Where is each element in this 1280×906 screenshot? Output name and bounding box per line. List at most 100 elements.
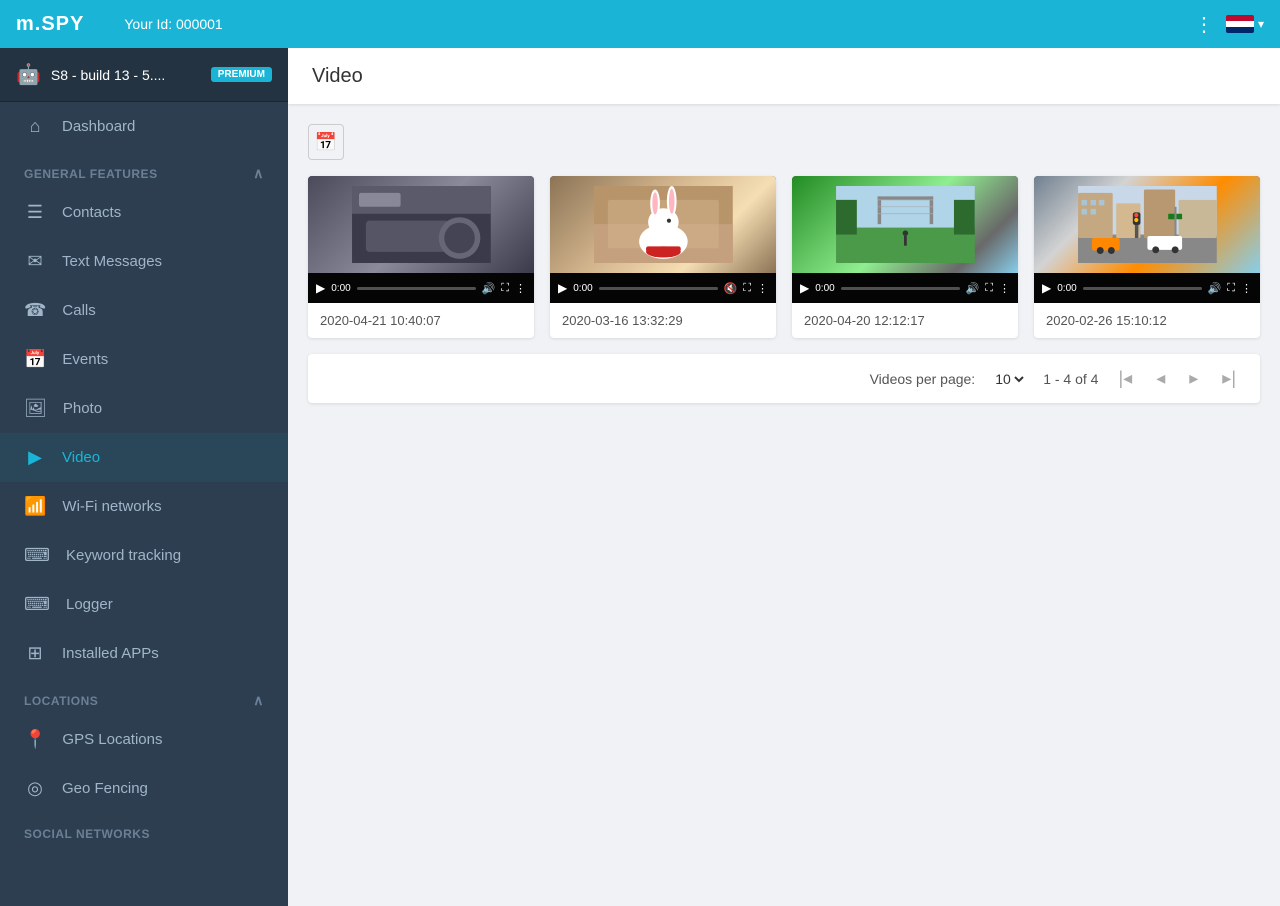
section-locations: LOCATIONS ∧ — [0, 678, 288, 715]
more-icon-1[interactable]: ⋮ — [515, 282, 526, 295]
volume-icon-2[interactable]: 🔇 — [724, 282, 738, 295]
per-page-select[interactable]: 10 25 50 — [991, 370, 1027, 388]
video-controls-3: ▶ 0:00 🔊 ⛶ ⋮ — [792, 273, 1018, 303]
sidebar-label-logger: Logger — [66, 596, 113, 613]
contacts-icon: ☰ — [24, 202, 46, 223]
sidebar-item-contacts[interactable]: ☰ Contacts — [0, 188, 288, 237]
calls-icon: ☎ — [24, 300, 46, 321]
logger-icon: ⌨ — [24, 594, 50, 615]
sidebar-item-photo[interactable]: 🖼 Photo — [0, 384, 288, 433]
pagination-bar: Videos per page: 10 25 50 1 - 4 of 4 |◂ … — [308, 354, 1260, 403]
volume-icon-4[interactable]: 🔊 — [1208, 282, 1222, 295]
next-page-button[interactable]: ▸ — [1185, 366, 1202, 391]
device-name: S8 - build 13 - 5.... — [51, 67, 201, 83]
sidebar-label-geofencing: Geo Fencing — [62, 780, 148, 797]
progress-bar-2[interactable] — [599, 287, 718, 290]
time-display-4: 0:00 — [1057, 283, 1076, 294]
section-social-networks: SOCIAL NETWORKS — [0, 813, 288, 847]
page-title: Video — [312, 65, 1256, 88]
header-menu-button[interactable]: ⋮ — [1194, 12, 1214, 37]
volume-icon-1[interactable]: 🔊 — [482, 282, 496, 295]
language-chevron-icon: ▾ — [1258, 17, 1264, 31]
video-player-4[interactable]: ▶ 0:00 🔊 ⛶ ⋮ — [1034, 176, 1260, 303]
video-controls-1: ▶ 0:00 🔊 ⛶ ⋮ — [308, 273, 534, 303]
video-timestamp-2: 2020-03-16 13:32:29 — [550, 303, 776, 338]
geofencing-icon: ◎ — [24, 778, 46, 799]
apps-icon: ⊞ — [24, 643, 46, 664]
video-player-1[interactable]: ▶ 0:00 🔊 ⛶ ⋮ — [308, 176, 534, 303]
sidebar-item-wifi[interactable]: 📶 Wi-Fi networks — [0, 482, 288, 531]
fullscreen-icon-1[interactable]: ⛶ — [501, 282, 509, 295]
main-content: Video 📅 — [288, 48, 1280, 906]
play-button-3[interactable]: ▶ — [800, 281, 809, 295]
calendar-icon: 📅 — [315, 132, 337, 153]
time-display-3: 0:00 — [815, 283, 834, 294]
first-page-button[interactable]: |◂ — [1114, 366, 1136, 391]
keyword-icon: ⌨ — [24, 545, 50, 566]
sidebar-label-photo: Photo — [63, 400, 102, 417]
general-features-label: GENERAL FEATURES — [24, 167, 158, 181]
sidebar-item-apps[interactable]: ⊞ Installed APPs — [0, 629, 288, 678]
wifi-icon: 📶 — [24, 496, 46, 517]
video-player-3[interactable]: ▶ 0:00 🔊 ⛶ ⋮ — [792, 176, 1018, 303]
general-features-chevron-icon[interactable]: ∧ — [253, 165, 264, 182]
more-icon-2[interactable]: ⋮ — [757, 282, 768, 295]
sidebar-item-gps[interactable]: 📍 GPS Locations — [0, 715, 288, 764]
video-card-4: ▶ 0:00 🔊 ⛶ ⋮ 2020-02-26 15:10:12 — [1034, 176, 1260, 338]
per-page-label: Videos per page: — [870, 371, 976, 387]
sidebar-item-events[interactable]: 📅 Events — [0, 335, 288, 384]
page-range-info: 1 - 4 of 4 — [1043, 371, 1098, 387]
sidebar-label-text-messages: Text Messages — [62, 253, 162, 270]
sidebar-item-dashboard[interactable]: ⌂ Dashboard — [0, 102, 288, 151]
premium-badge: PREMIUM — [211, 67, 272, 82]
section-general-features: GENERAL FEATURES ∧ — [0, 151, 288, 188]
sidebar-item-calls[interactable]: ☎ Calls — [0, 286, 288, 335]
play-button-1[interactable]: ▶ — [316, 281, 325, 295]
progress-bar-4[interactable] — [1083, 287, 1202, 290]
sidebar-item-video[interactable]: ▶ Video — [0, 433, 288, 482]
sidebar-item-logger[interactable]: ⌨ Logger — [0, 580, 288, 629]
play-button-4[interactable]: ▶ — [1042, 281, 1051, 295]
video-controls-4: ▶ 0:00 🔊 ⛶ ⋮ — [1034, 273, 1260, 303]
fullscreen-icon-2[interactable]: ⛶ — [743, 282, 751, 295]
sidebar-label-gps: GPS Locations — [62, 731, 162, 748]
sidebar-label-wifi: Wi-Fi networks — [62, 498, 161, 515]
video-thumbnail-2 — [550, 176, 776, 273]
volume-icon-3[interactable]: 🔊 — [966, 282, 980, 295]
video-player-2[interactable]: ▶ 0:00 🔇 ⛶ ⋮ — [550, 176, 776, 303]
locations-label: LOCATIONS — [24, 694, 98, 708]
video-card-1: ▶ 0:00 🔊 ⛶ ⋮ 2020-04-21 10:40:07 — [308, 176, 534, 338]
sidebar-label-calls: Calls — [62, 302, 95, 319]
fullscreen-icon-4[interactable]: ⛶ — [1227, 282, 1235, 295]
top-header: m.SPY Your Id: 000001 ⋮ ▾ — [0, 0, 1280, 48]
sidebar-label-contacts: Contacts — [62, 204, 121, 221]
language-selector[interactable]: ▾ — [1226, 15, 1264, 33]
home-icon: ⌂ — [24, 116, 46, 137]
gps-icon: 📍 — [24, 729, 46, 750]
sidebar-item-keyword[interactable]: ⌨ Keyword tracking — [0, 531, 288, 580]
video-grid: ▶ 0:00 🔊 ⛶ ⋮ 2020-04-21 10:40:07 — [308, 176, 1260, 338]
sidebar-item-text-messages[interactable]: ✉ Text Messages — [0, 237, 288, 286]
user-id-display: Your Id: 000001 — [124, 16, 1194, 32]
video-thumbnail-1 — [308, 176, 534, 273]
date-filter-button[interactable]: 📅 — [308, 124, 344, 160]
thumbnail-content-1 — [308, 176, 534, 273]
more-icon-3[interactable]: ⋮ — [999, 282, 1010, 295]
thumbnail-content-2 — [550, 176, 776, 273]
video-card-3: ▶ 0:00 🔊 ⛶ ⋮ 2020-04-20 12:12:17 — [792, 176, 1018, 338]
last-page-button[interactable]: ▸| — [1218, 366, 1240, 391]
photo-icon: 🖼 — [24, 398, 47, 419]
progress-bar-3[interactable] — [841, 287, 960, 290]
content-body: 📅 — [288, 104, 1280, 906]
locations-chevron-icon[interactable]: ∧ — [253, 692, 264, 709]
prev-page-button[interactable]: ◂ — [1152, 366, 1169, 391]
sidebar-label-video: Video — [62, 449, 100, 466]
progress-bar-1[interactable] — [357, 287, 476, 290]
sidebar-item-geofencing[interactable]: ◎ Geo Fencing — [0, 764, 288, 813]
play-button-2[interactable]: ▶ — [558, 281, 567, 295]
device-bar[interactable]: 🤖 S8 - build 13 - 5.... PREMIUM — [0, 48, 288, 102]
fullscreen-icon-3[interactable]: ⛶ — [985, 282, 993, 295]
sidebar-label-dashboard: Dashboard — [62, 118, 135, 135]
more-icon-4[interactable]: ⋮ — [1241, 282, 1252, 295]
social-networks-label: SOCIAL NETWORKS — [24, 827, 150, 841]
